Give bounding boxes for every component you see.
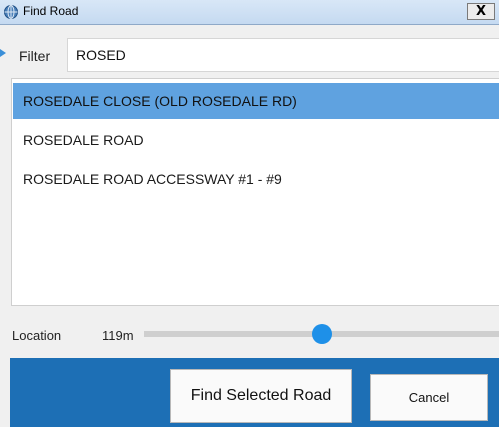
result-item[interactable]: ROSEDALE ROAD [13, 122, 499, 158]
location-slider-thumb[interactable] [312, 324, 332, 344]
result-item[interactable]: ROSEDALE ROAD ACCESSWAY #1 - #9 [13, 161, 499, 197]
road-results-list[interactable]: ROSEDALE CLOSE (OLD ROSEDALE RD) ROSEDAL… [11, 78, 499, 306]
pointer-arrow-icon [0, 49, 6, 57]
result-item-selected[interactable]: ROSEDALE CLOSE (OLD ROSEDALE RD) [13, 83, 499, 119]
globe-app-icon [4, 5, 18, 19]
location-value: 119m [102, 328, 134, 343]
window-title: Find Road [23, 4, 79, 18]
find-road-window: Find Road X Filter ROSEDALE CLOSE (OLD R… [0, 0, 499, 427]
filter-label: Filter [19, 48, 51, 64]
cancel-button[interactable]: Cancel [370, 374, 488, 421]
title-bar[interactable]: Find Road X [0, 0, 499, 25]
close-button[interactable]: X [467, 3, 495, 20]
filter-input[interactable] [67, 38, 499, 72]
close-icon: X [475, 4, 487, 19]
find-selected-road-button[interactable]: Find Selected Road [170, 369, 352, 423]
location-label: Location [12, 328, 62, 343]
